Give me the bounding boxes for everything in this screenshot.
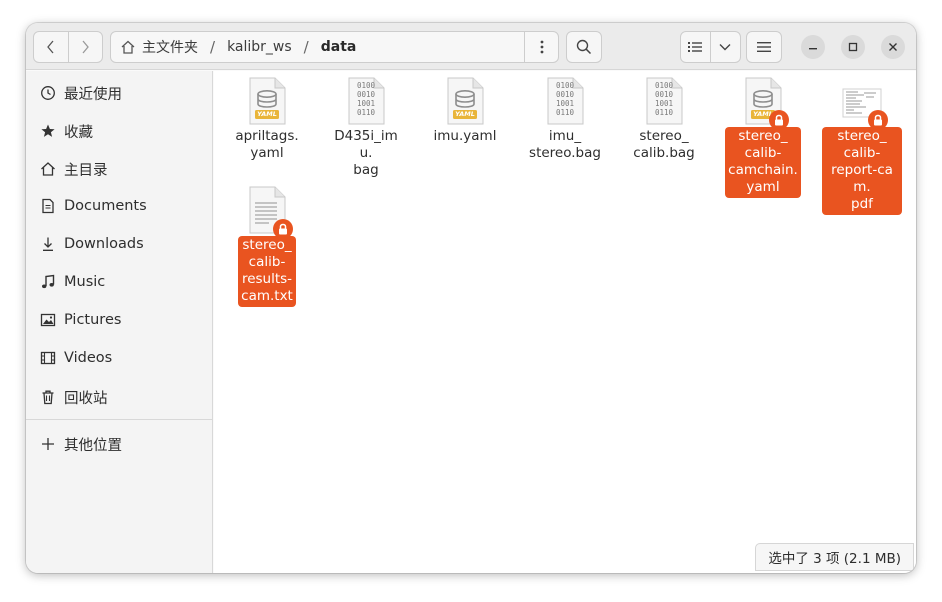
sidebar-item-videos[interactable]: Videos	[26, 340, 213, 376]
file-item[interactable]: 0100 0010 1001 0110 D435i_imu. bag	[326, 71, 406, 181]
breadcrumb-kalibr-ws[interactable]: kalibr_ws	[223, 32, 296, 62]
breadcrumb-label: data	[320, 39, 357, 55]
view-options-button[interactable]	[711, 32, 740, 62]
sidebar-item-pictures[interactable]: Pictures	[26, 302, 213, 338]
breadcrumb-label: kalibr_ws	[227, 39, 292, 55]
sidebar-item-label: Music	[64, 274, 106, 290]
close-button[interactable]	[881, 35, 905, 59]
yaml-file-icon: YAML	[743, 77, 789, 130]
video-icon	[39, 349, 57, 367]
path-menu-button[interactable]	[524, 32, 558, 62]
chevron-right-icon	[82, 40, 90, 54]
sidebar-item-trash[interactable]: 回收站	[26, 379, 213, 415]
yaml-badge-text: YAML	[455, 110, 475, 118]
binary-file-icon: 0100 0010 1001 0110	[644, 77, 684, 125]
breadcrumb-home[interactable]: 主文件夹	[111, 32, 202, 62]
file-grid: YAML apriltags. yaml 0100 0010 1001 0110…	[214, 71, 916, 573]
minimize-icon	[809, 48, 817, 50]
yaml-file-icon: YAML	[247, 77, 287, 125]
status-text: 选中了 3 项 (2.1 MB)	[768, 551, 901, 567]
close-icon	[889, 43, 897, 51]
hamburger-menu-icon	[757, 42, 771, 52]
file-item-selected[interactable]: YAML stereo_ calib- camchain. yaml	[723, 71, 803, 198]
chevron-left-icon	[47, 40, 54, 54]
more-vertical-icon	[540, 40, 543, 54]
file-name-label: stereo_ calib- results- cam.txt	[238, 236, 296, 307]
sidebar-item-label: 回收站	[64, 390, 108, 407]
view-toggle-group	[680, 31, 741, 63]
sidebar: 最近使用 收藏 主目录 Documents Downloads Music Pi…	[26, 71, 213, 573]
sidebar-divider	[26, 419, 213, 420]
document-icon	[39, 197, 57, 215]
file-name-label: apriltags. yaml	[235, 128, 299, 161]
file-item[interactable]: 0100 0010 1001 0110 stereo_ calib.bag	[624, 71, 704, 164]
file-item-selected[interactable]: stereo_ calib- results- cam.txt	[227, 180, 307, 307]
download-icon	[39, 235, 57, 253]
search-icon	[576, 39, 592, 55]
sidebar-item-downloads[interactable]: Downloads	[26, 226, 213, 262]
plus-icon	[39, 435, 57, 453]
sidebar-item-label: Downloads	[64, 236, 144, 252]
sidebar-item-home[interactable]: 主目录	[26, 151, 213, 187]
yaml-badge-text: YAML	[257, 110, 277, 118]
maximize-button[interactable]	[841, 35, 865, 59]
list-view-button[interactable]	[681, 32, 711, 62]
sidebar-item-label: Videos	[64, 350, 113, 366]
pdf-thumbnail-icon	[842, 77, 888, 130]
selection-status-bar: 选中了 3 项 (2.1 MB)	[755, 543, 914, 571]
header-bar: 主文件夹 / kalibr_ws / data	[26, 23, 916, 70]
file-name-label: D435i_imu. bag	[334, 128, 398, 178]
sidebar-item-label: 最近使用	[64, 86, 122, 103]
text-file-icon	[247, 186, 293, 239]
navigation-buttons	[33, 31, 103, 63]
file-item[interactable]: 0100 0010 1001 0110 imu_ stereo.bag	[525, 71, 605, 164]
binary-file-icon: 0100 0010 1001 0110	[545, 77, 585, 125]
music-icon	[39, 273, 57, 291]
home-icon	[39, 160, 57, 178]
breadcrumb-separator: /	[303, 38, 309, 56]
chevron-down-icon	[719, 44, 731, 51]
yaml-file-icon: YAML	[445, 77, 485, 125]
trash-icon	[39, 388, 57, 406]
sidebar-item-music[interactable]: Music	[26, 264, 213, 300]
search-button[interactable]	[566, 31, 602, 63]
sidebar-item-recent[interactable]: 最近使用	[26, 75, 213, 111]
forward-button[interactable]	[67, 32, 102, 62]
main-menu-button[interactable]	[746, 31, 782, 63]
minimize-button[interactable]	[801, 35, 825, 59]
lock-icon	[769, 110, 789, 130]
file-item[interactable]: YAML imu.yaml	[425, 71, 505, 147]
star-icon	[39, 122, 57, 140]
file-item[interactable]: YAML apriltags. yaml	[227, 71, 307, 164]
clock-icon	[39, 84, 57, 102]
lock-icon	[868, 110, 888, 130]
file-name-label: imu.yaml	[433, 128, 497, 144]
breadcrumb-label: 主文件夹	[142, 40, 198, 56]
path-bar: 主文件夹 / kalibr_ws / data	[110, 31, 559, 63]
picture-icon	[39, 311, 57, 329]
sidebar-item-other-locations[interactable]: 其他位置	[26, 426, 213, 462]
file-manager-window: 主文件夹 / kalibr_ws / data 最近使用 收藏 主目录 Docu…	[26, 23, 916, 573]
maximize-icon	[848, 42, 858, 52]
file-name-label: stereo_ calib- camchain. yaml	[725, 127, 801, 198]
lock-icon	[273, 219, 293, 239]
home-icon	[121, 40, 135, 54]
sidebar-item-documents[interactable]: Documents	[26, 188, 213, 224]
sidebar-item-label: 其他位置	[64, 437, 122, 454]
binary-file-icon: 0100 0010 1001 0110	[346, 77, 386, 125]
sidebar-item-label: 主目录	[64, 162, 108, 179]
list-view-icon	[688, 42, 703, 52]
back-button[interactable]	[34, 32, 68, 62]
breadcrumb-separator: /	[210, 38, 216, 56]
breadcrumb-data[interactable]: data	[317, 32, 361, 62]
file-name-label: imu_ stereo.bag	[529, 128, 601, 161]
file-item-selected[interactable]: stereo_ calib- report-cam. pdf	[822, 71, 902, 215]
sidebar-item-label: Documents	[64, 198, 147, 214]
file-name-label: stereo_ calib.bag	[633, 128, 695, 161]
sidebar-item-label: Pictures	[64, 312, 122, 328]
file-name-label: stereo_ calib- report-cam. pdf	[822, 127, 902, 215]
sidebar-item-starred[interactable]: 收藏	[26, 113, 213, 149]
sidebar-item-label: 收藏	[64, 124, 93, 141]
